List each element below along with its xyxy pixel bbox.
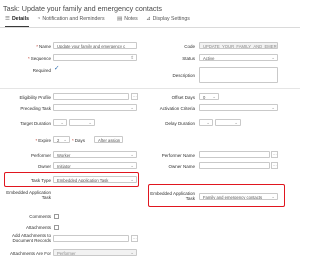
comments-checkbox[interactable] [54, 214, 59, 219]
target-label: Target Duration [20, 121, 51, 126]
task-type-label: Task Type [30, 178, 51, 183]
tab-bar: ☰ Details ◔ Notification and Reminders ▤ No… [0, 14, 300, 28]
name-label: *Name [36, 44, 51, 49]
chevron-down-icon: ⌄ [130, 152, 134, 157]
performer-name-input[interactable] [199, 151, 270, 158]
spinner-icon: ⇕ [130, 55, 134, 60]
preceding-select[interactable]: ⌄ [53, 104, 137, 111]
offset-label: Offset Days [171, 95, 195, 100]
tab-notes[interactable]: ▤ Notes [117, 16, 138, 27]
chevron-down-icon: ⌄ [130, 177, 134, 182]
sequence-label: *Sequence [27, 56, 51, 61]
add-attachments-input[interactable] [53, 235, 129, 242]
details-icon: ☰ [5, 16, 10, 22]
embedded-task-label-right: Embedded Application Task [150, 191, 195, 202]
description-label: Description [172, 73, 195, 78]
performer-label: Performer [30, 153, 51, 158]
performer-name-label: Performer Name [161, 153, 195, 158]
days-label: *Days [72, 138, 86, 143]
expire-label: *Expire [35, 138, 51, 143]
expire-input[interactable]: 2 ⌄ [53, 136, 70, 143]
chevron-down-icon: ⌄ [63, 137, 67, 142]
owner-label: Owner [37, 164, 51, 169]
description-textarea[interactable] [199, 67, 278, 83]
attachments-label: Attachments [25, 225, 51, 230]
delay-unit-select[interactable]: ⌄ [215, 119, 241, 126]
bell-icon: ◔ [37, 16, 41, 22]
notes-icon: ▤ [117, 16, 123, 22]
preceding-label: Preceding Task [20, 106, 51, 111]
embedded-task-label-left: Embedded Application Task [6, 190, 51, 201]
chevron-down-icon: ⌄ [206, 120, 210, 125]
comments-label: Comments [29, 214, 51, 219]
chevron-down-icon: ⌄ [271, 105, 275, 110]
status-select[interactable]: Active ⌄ [199, 54, 278, 61]
owner-name-label: Owner Name [168, 164, 195, 169]
attachments-for-label: Attachments Are For [9, 251, 51, 256]
status-label: Status [182, 56, 195, 61]
add-attachments-label: Add Attachments to Document Records [11, 233, 51, 244]
performer-select[interactable]: Worker ⌄ [53, 151, 137, 158]
eligibility-input[interactable] [53, 93, 129, 100]
display-icon: ⊿ [146, 16, 151, 22]
target-number-input[interactable]: ⌄ [53, 119, 67, 126]
target-unit-select[interactable]: ⌄ [69, 119, 95, 126]
offset-input[interactable]: 0 ⌄ [199, 93, 219, 100]
chevron-down-icon: ⌄ [88, 120, 92, 125]
name-input[interactable]: Update your family and emergency c [53, 42, 137, 49]
chevron-down-icon: ⌄ [271, 55, 275, 60]
tab-notification[interactable]: ◔ Notification and Reminders [37, 16, 105, 27]
tab-display-settings[interactable]: ⊿ Display Settings [146, 16, 190, 27]
code-input[interactable]: UPDATE_YOUR_FAMILY_AND_EMERG [199, 42, 278, 49]
page-title: Task: Update your family and emergency c… [3, 4, 162, 13]
delay-label: Delay Duration [165, 121, 195, 126]
chevron-down-icon: ⌄ [234, 120, 238, 125]
task-type-select[interactable]: Embedded Application Task ⌄ [53, 176, 137, 183]
owner-select[interactable]: Initiator ⌄ [53, 162, 137, 169]
attachments-for-select[interactable]: Performer ⌄ [53, 249, 137, 256]
eligibility-label: Eligibility Profile [19, 95, 51, 100]
code-label: Code [184, 44, 195, 49]
delay-number-input[interactable]: ⌄ [199, 119, 213, 126]
attachments-checkbox[interactable] [54, 225, 59, 230]
performer-name-search-button[interactable]: ⋯ [271, 151, 278, 158]
activation-label: Activation Criteria [159, 106, 195, 111]
chevron-down-icon: ⌄ [271, 194, 275, 199]
chevron-down-icon: ⌄ [130, 105, 134, 110]
embedded-task-select[interactable]: Family and emergency contacts ⌄ [199, 193, 278, 200]
required-check-icon[interactable]: ✓ [54, 65, 59, 72]
add-attachments-search-button[interactable]: ⋯ [131, 235, 138, 242]
chevron-down-icon: ⌄ [130, 250, 134, 255]
after-assign-select[interactable]: After assign [94, 136, 123, 143]
chevron-down-icon: ⌄ [130, 163, 134, 168]
activation-select[interactable]: ⌄ [199, 104, 278, 111]
section-divider [0, 88, 300, 89]
eligibility-search-button[interactable]: ⋯ [131, 93, 138, 100]
chevron-down-icon: ⌄ [212, 94, 216, 99]
owner-name-search-button[interactable]: ⋯ [271, 162, 278, 169]
tab-details[interactable]: ☰ Details [5, 16, 29, 27]
chevron-down-icon: ⌄ [60, 120, 64, 125]
sequence-input[interactable]: ⇕ [53, 54, 137, 61]
required-label: Required [32, 68, 51, 73]
owner-name-input[interactable] [199, 162, 270, 169]
